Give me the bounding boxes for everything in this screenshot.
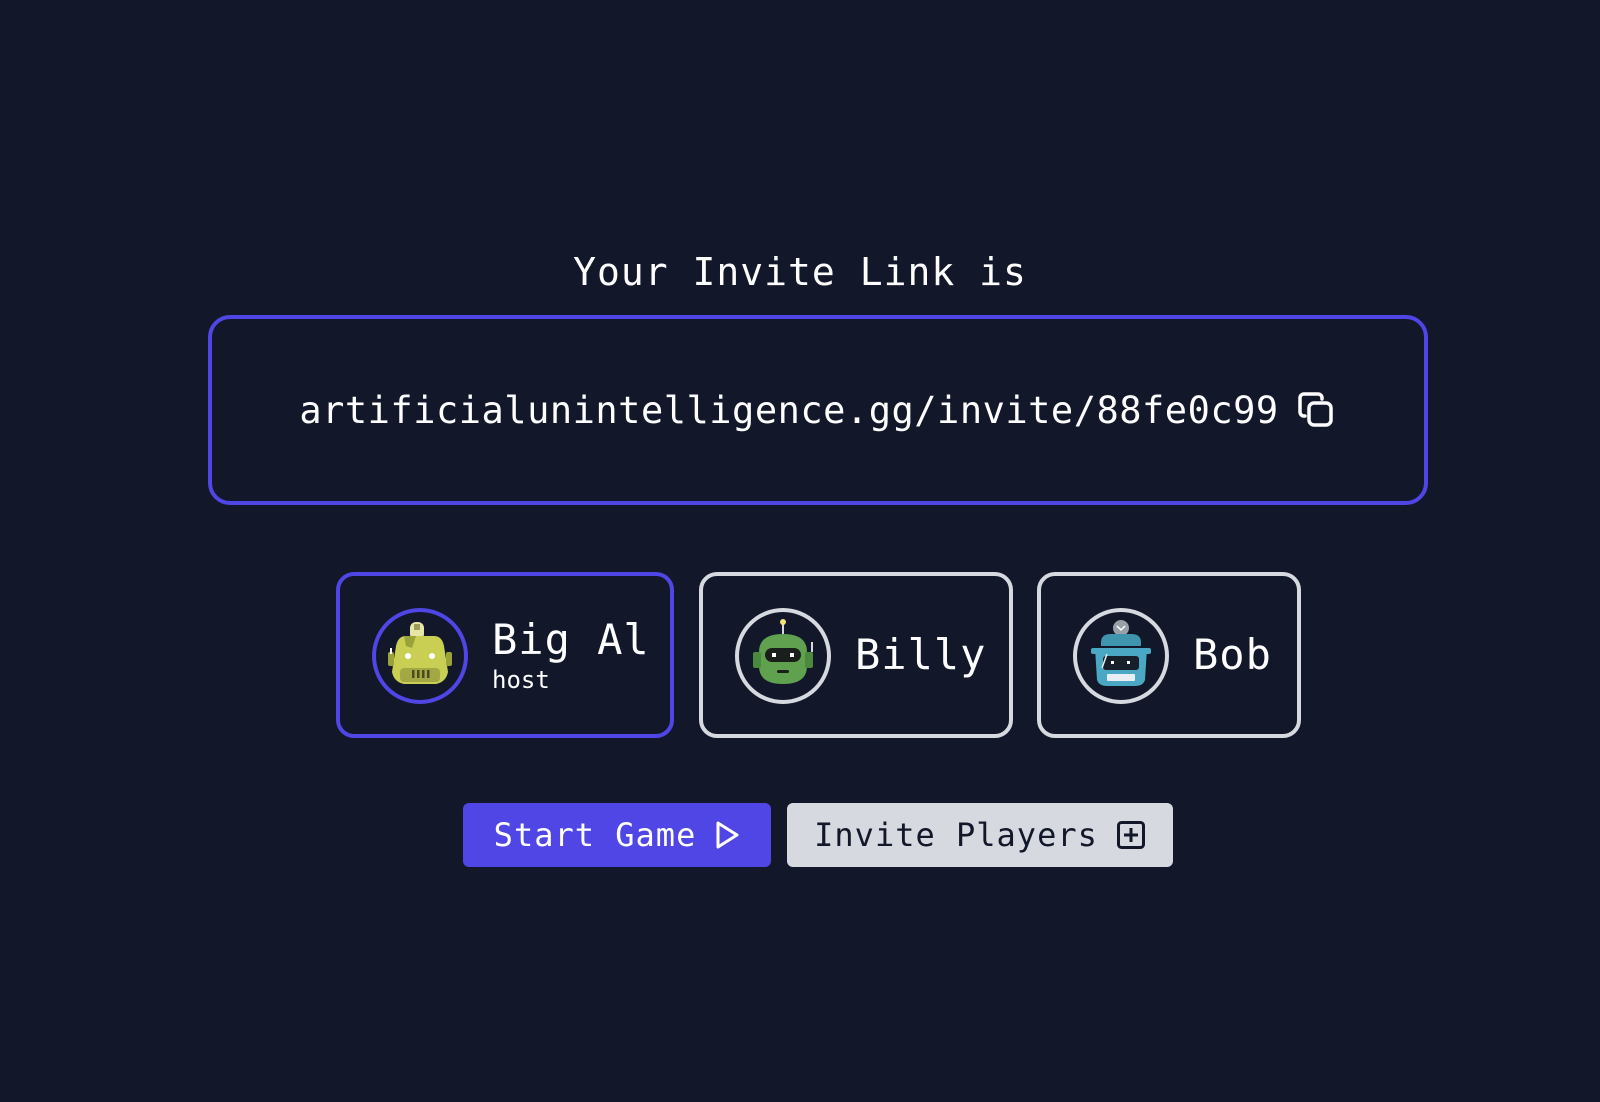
start-game-button[interactable]: Start Game: [463, 803, 771, 867]
player-info: Bob: [1193, 576, 1272, 734]
start-game-label: Start Game: [493, 816, 697, 854]
plus-square-icon: [1116, 820, 1146, 850]
blue-robot-icon: [1073, 608, 1169, 704]
player-name: Billy: [855, 630, 987, 679]
play-icon: [714, 820, 740, 850]
yellow-robot-icon: [372, 608, 468, 704]
player-card-billy: Billy: [699, 572, 1013, 738]
player-info: Billy: [855, 576, 986, 734]
lobby-page: Your Invite Link is artificialunintellig…: [0, 0, 1600, 1102]
invite-players-label: Invite Players: [814, 816, 1098, 854]
green-robot-icon: [735, 608, 831, 704]
player-role-host: host: [492, 666, 550, 694]
player-name: Big Al: [492, 615, 650, 664]
copy-icon[interactable]: [1295, 389, 1337, 431]
invite-title: Your Invite Link is: [573, 250, 1027, 294]
invite-players-button[interactable]: Invite Players: [787, 803, 1173, 867]
invite-link-box: artificialunintelligence.gg/invite/88fe0…: [208, 315, 1428, 505]
player-info: Big Al host: [492, 576, 650, 734]
player-name: Bob: [1193, 630, 1272, 679]
player-card-big-al: Big Al host: [336, 572, 674, 738]
invite-link-text[interactable]: artificialunintelligence.gg/invite/88fe0…: [299, 389, 1278, 432]
player-card-bob: Bob: [1037, 572, 1301, 738]
